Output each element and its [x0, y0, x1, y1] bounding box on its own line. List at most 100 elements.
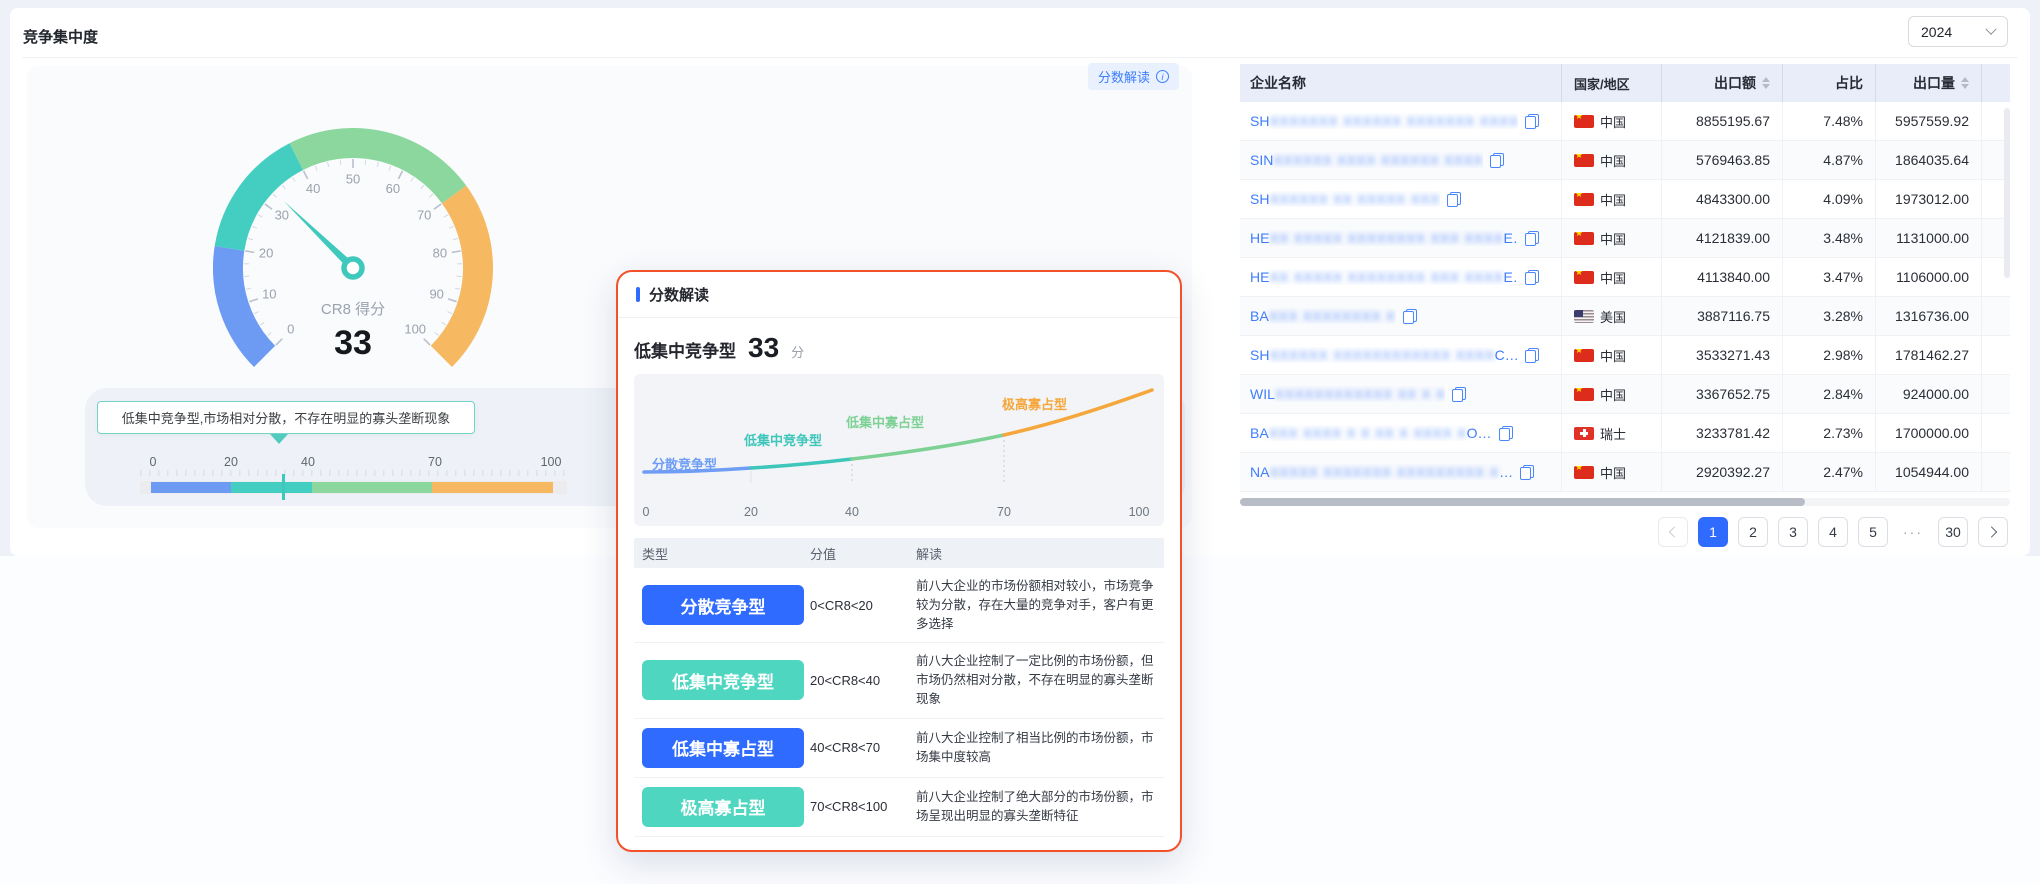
export-amount-cell: 5769463.85	[1662, 141, 1783, 179]
header-range: 分值	[810, 544, 916, 563]
gauge-tick-label: 10	[262, 287, 276, 302]
type-table-row: 低集中竞争型 20<CR8<40 前八大企业控制了一定比例的市场份额，但市场仍然…	[634, 643, 1164, 718]
pagination-page-30[interactable]: 30	[1938, 517, 1968, 547]
share-cell: 2.98%	[1783, 336, 1876, 374]
slider-axis-label: 20	[224, 455, 238, 469]
pagination-prev-button[interactable]	[1658, 517, 1688, 547]
type-table-header: 类型 分值 解读	[634, 538, 1164, 568]
company-name-link[interactable]: HEXX XXXXX XXXXXXXX XXX XXXXE…	[1250, 230, 1518, 246]
pagination-page-1[interactable]: 1	[1698, 517, 1728, 547]
score-explain-link[interactable]: 分数解读 i	[1088, 63, 1179, 90]
company-name-link[interactable]: SHXXXXXX XX XXXXX XXX	[1250, 191, 1440, 207]
pagination-page-4[interactable]: 4	[1818, 517, 1848, 547]
popup-body: 低集中竞争型 33 分 分散竞争型 低集中竞争型 低集中寡占型 极高寡占型	[618, 318, 1180, 850]
company-name-link[interactable]: BAXXX XXXX X X XX X XXXX XO…	[1250, 425, 1492, 441]
gauge-title: CR8 得分	[321, 301, 385, 318]
table-row: HEXX XXXXX XXXXXXXX XXX XXXXE… 中国 411384…	[1240, 258, 2010, 297]
chevron-down-icon	[1985, 23, 1996, 34]
share-cell: 2.73%	[1783, 414, 1876, 452]
type-range: 40<CR8<70	[810, 740, 916, 755]
copy-icon[interactable]	[1525, 348, 1539, 363]
copy-icon[interactable]	[1490, 153, 1504, 168]
share-cell: 4.87%	[1783, 141, 1876, 179]
type-desc: 前八大企业的市场份额相对较小，市场竞争较为分散，存在大量的竞争对手，客户有更多选…	[916, 577, 1164, 633]
curve-label: 低集中竞争型	[744, 430, 822, 449]
company-name-masked: XX XXXXX XXXXXXXX XXX XXXX	[1269, 230, 1503, 246]
info-icon: i	[1156, 70, 1169, 83]
table-row: BAXXX XXXXXXXX X 美国 3887116.75 3.28% 131…	[1240, 297, 2010, 336]
flag-china-icon	[1574, 232, 1594, 245]
type-badge: 低集中寡占型	[642, 728, 804, 768]
share-cell: 2.84%	[1783, 375, 1876, 413]
type-badge: 分散竞争型	[642, 585, 804, 625]
gauge-hub	[344, 259, 362, 277]
year-select[interactable]: 2024	[1908, 16, 2008, 47]
flag-china-icon	[1574, 154, 1594, 167]
export-volume-cell: 1781462.27	[1876, 336, 1982, 374]
export-amount-cell: 4843300.00	[1662, 180, 1783, 218]
company-name-link[interactable]: SHXXXXXXX XXXXXX XXXXXXX XXXX…	[1250, 113, 1518, 129]
copy-icon[interactable]	[1525, 114, 1539, 129]
type-range: 0<CR8<20	[810, 598, 916, 613]
company-name-masked: XXXXXX XXXX XXXXXX XXXX	[1273, 152, 1483, 168]
vertical-scrollbar[interactable]	[2004, 108, 2010, 278]
copy-icon[interactable]	[1499, 426, 1513, 441]
sort-icon[interactable]	[1762, 77, 1770, 89]
company-name-link[interactable]: NAXXXXX XXXXXXX XXXXXXXXX X…	[1250, 464, 1513, 480]
header-gutter	[1982, 64, 2010, 102]
curve-label: 极高寡占型	[1002, 394, 1067, 413]
company-name-link[interactable]: SHXXXXXX XXXXXXXXXXXX XXXXC…	[1250, 347, 1518, 363]
flag-china-icon	[1574, 388, 1594, 401]
company-name-link[interactable]: WILXXXXXXXXXXXX XX X X	[1250, 386, 1445, 402]
header-divider	[22, 57, 2018, 58]
company-name-link[interactable]: SINXXXXXX XXXX XXXXXX XXXX	[1250, 152, 1483, 168]
score-curve-chart: 分散竞争型 低集中竞争型 低集中寡占型 极高寡占型 0 20 40 70 100	[634, 374, 1164, 526]
share-cell: 3.47%	[1783, 258, 1876, 296]
copy-icon[interactable]	[1525, 231, 1539, 246]
pagination-next-button[interactable]	[1978, 517, 2008, 547]
page: 竞争集中度 2024 分数解读 i 0 10 20 30 40 50 60 70	[0, 0, 2040, 884]
curve-label: 低集中寡占型	[846, 412, 924, 431]
scrollbar-thumb[interactable]	[1240, 498, 1805, 506]
copy-icon[interactable]	[1403, 309, 1417, 324]
pagination-page-3[interactable]: 3	[1778, 517, 1808, 547]
gauge-tooltip: 低集中竞争型,市场相对分散，不存在明显的寡头垄断现象	[97, 401, 475, 434]
share-cell: 4.09%	[1783, 180, 1876, 218]
copy-icon[interactable]	[1452, 387, 1466, 402]
table-row: SINXXXXXX XXXX XXXXXX XXXX 中国 5769463.85…	[1240, 141, 2010, 180]
copy-icon[interactable]	[1447, 192, 1461, 207]
gauge-tick-label: 70	[417, 208, 431, 223]
score-unit: 分	[791, 342, 804, 361]
header-export-amount[interactable]: 出口额	[1662, 64, 1783, 102]
gauge-value: 33	[334, 324, 372, 362]
copy-icon[interactable]	[1520, 465, 1534, 480]
table-row: SHXXXXXX XX XXXXX XXX 中国 4843300.00 4.09…	[1240, 180, 2010, 219]
pagination-page-2[interactable]: 2	[1738, 517, 1768, 547]
company-name-masked: XXXXXX XXXXXXXXXXXX XXXX	[1269, 347, 1494, 363]
curve-label: 分散竞争型	[652, 454, 717, 473]
gauge-tick-label: 60	[386, 181, 400, 196]
share-cell: 2.47%	[1783, 453, 1876, 491]
export-amount-cell: 3887116.75	[1662, 297, 1783, 335]
export-volume-cell: 1864035.64	[1876, 141, 1982, 179]
gauge-tick-label: 80	[433, 246, 447, 261]
export-volume-cell: 1054944.00	[1876, 453, 1982, 491]
pagination-page-5[interactable]: 5	[1858, 517, 1888, 547]
curve-axis-label: 100	[1129, 505, 1150, 519]
export-amount-cell: 4121839.00	[1662, 219, 1783, 257]
gauge-tick-label: 20	[259, 246, 273, 261]
gauge-tick-label: 100	[404, 322, 426, 337]
export-volume-cell: 924000.00	[1876, 375, 1982, 413]
copy-icon[interactable]	[1525, 270, 1539, 285]
company-name-link[interactable]: HEXX XXXXX XXXXXXXX XXX XXXXE…	[1250, 269, 1518, 285]
type-desc: 前八大企业控制了相当比例的市场份额，市场集中度较高	[916, 729, 1164, 767]
company-name-link[interactable]: BAXXX XXXXXXXX X	[1250, 308, 1396, 324]
header-export-volume[interactable]: 出口量	[1876, 64, 1982, 102]
slider-segment-teal	[231, 482, 312, 493]
horizontal-scrollbar[interactable]	[1240, 498, 2010, 506]
gauge-tick-label: 90	[429, 287, 443, 302]
company-name-masked: XXX XXXX X X XX X XXXX X	[1269, 425, 1467, 441]
export-amount-cell: 3367652.75	[1662, 375, 1783, 413]
table-row: HEXX XXXXX XXXXXXXX XXX XXXXE… 中国 412183…	[1240, 219, 2010, 258]
sort-icon[interactable]	[1961, 77, 1969, 89]
